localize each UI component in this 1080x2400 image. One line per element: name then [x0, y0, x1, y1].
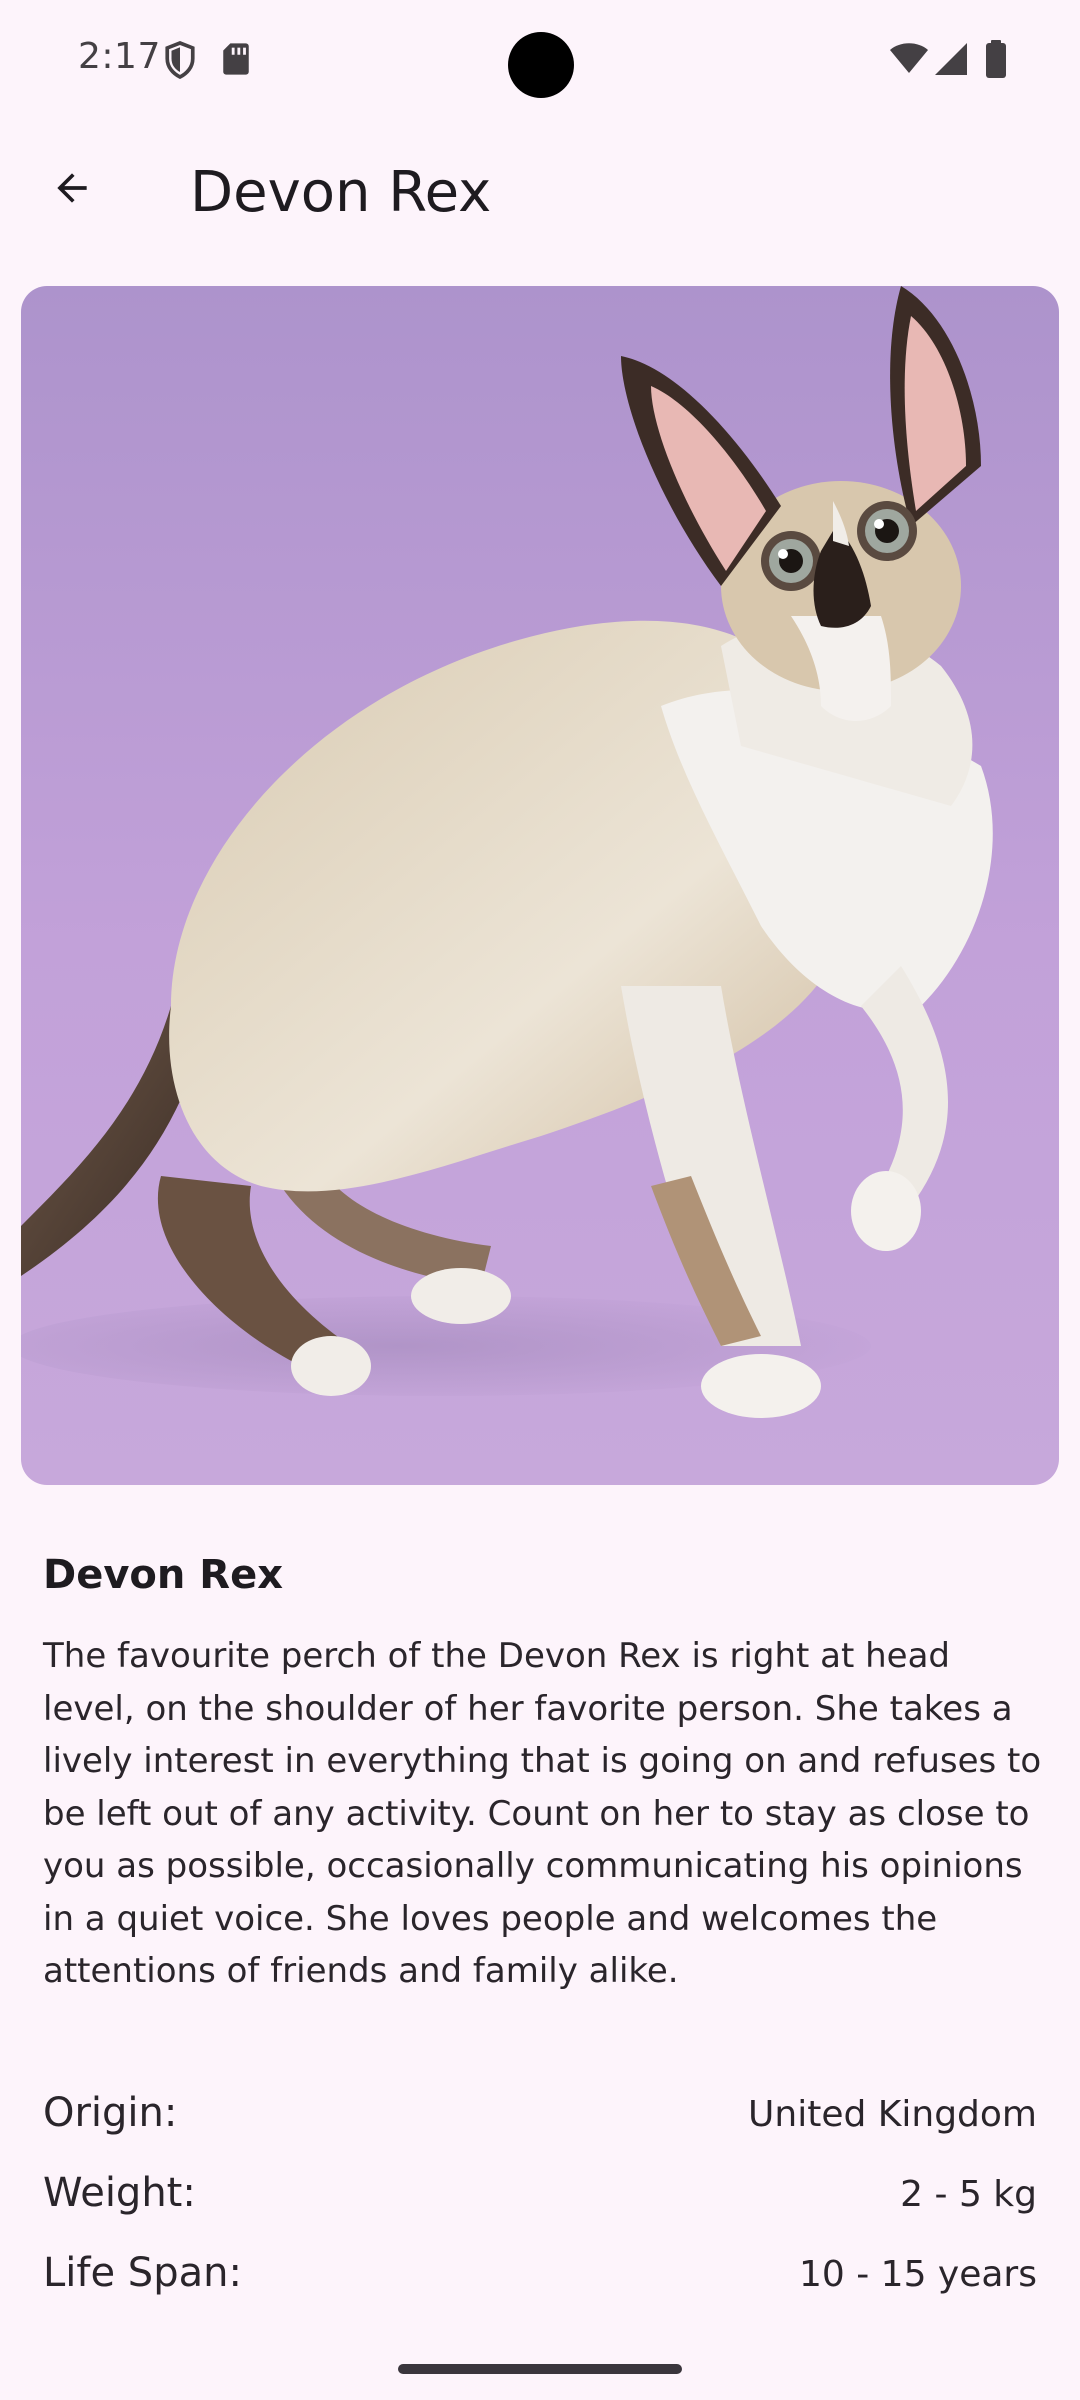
- detail-row-life-span: Life Span: 10 - 15 years: [43, 2250, 1037, 2295]
- detail-row-origin: Origin: United Kingdom: [43, 2090, 1037, 2170]
- cat-photo: [21, 286, 993, 1418]
- status-time: 2:17: [78, 36, 161, 77]
- wifi-icon: [890, 43, 928, 73]
- detail-label: Origin:: [43, 2090, 178, 2136]
- detail-label: Weight:: [43, 2170, 196, 2216]
- arrow-back-icon: [57, 173, 87, 203]
- sd-card-icon: [223, 43, 249, 75]
- detail-label: Life Span:: [43, 2250, 242, 2295]
- camera-cutout: [508, 32, 574, 98]
- breed-name: Devon Rex: [43, 1552, 284, 1598]
- battery-icon: [986, 40, 1006, 78]
- detail-value: United Kingdom: [748, 2094, 1037, 2135]
- gesture-handle[interactable]: [398, 2364, 682, 2374]
- breed-image: [21, 286, 1059, 1485]
- app-screen: 2:17 Devon Rex Devon Rex The favourite p…: [0, 0, 1080, 2400]
- detail-value: 2 - 5 kg: [900, 2174, 1037, 2215]
- detail-row-weight: Weight: 2 - 5 kg: [43, 2170, 1037, 2250]
- breed-description: The favourite perch of the Devon Rex is …: [43, 1636, 1042, 1991]
- shield-icon: [165, 41, 195, 80]
- cell-signal-icon: [935, 43, 967, 75]
- page-title: Devon Rex: [190, 160, 492, 225]
- back-button[interactable]: [34, 150, 110, 226]
- status-bar: 2:17: [0, 0, 1080, 120]
- detail-value: 10 - 15 years: [798, 2254, 1037, 2295]
- breed-details: Origin: United Kingdom Weight: 2 - 5 kg …: [43, 2090, 1037, 2295]
